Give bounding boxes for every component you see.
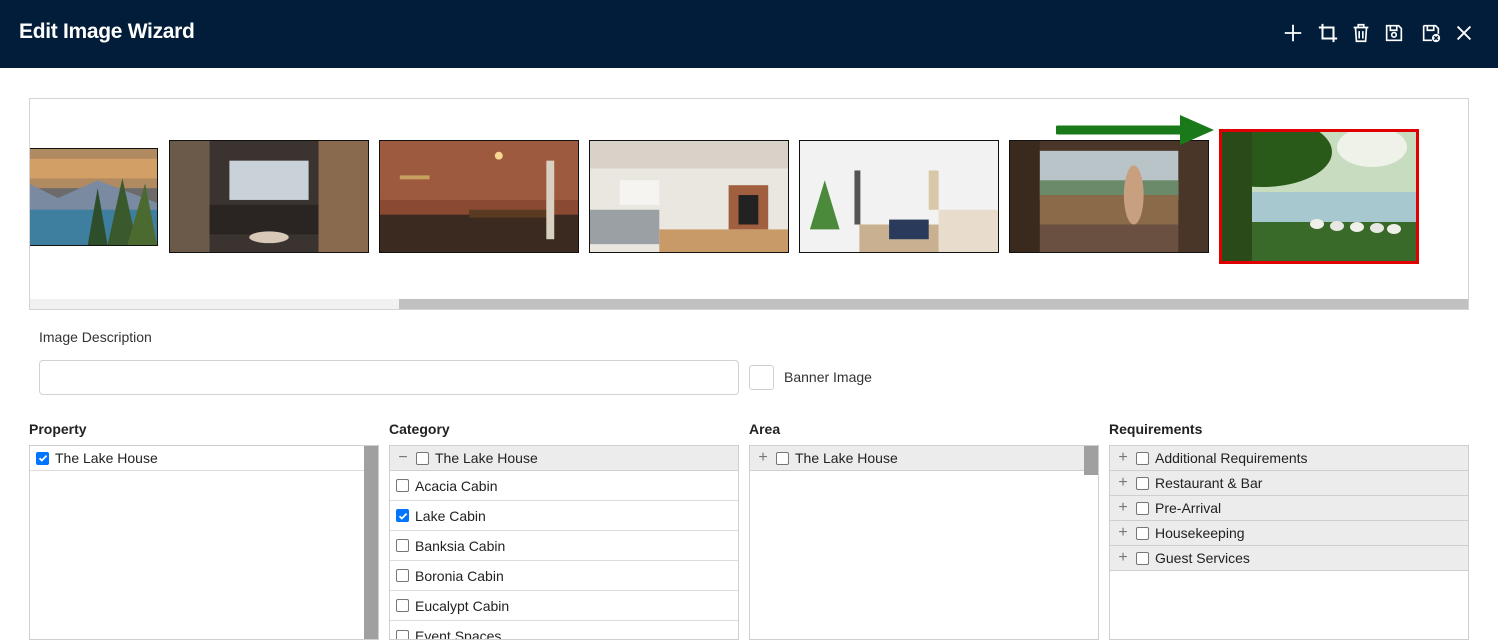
category-checkbox[interactable] bbox=[396, 509, 409, 522]
gallery-image-bright-bedroom[interactable] bbox=[799, 140, 999, 253]
category-list: − The Lake House Acacia Cabin Lake Cabin… bbox=[389, 445, 739, 640]
category-group-checkbox[interactable] bbox=[416, 451, 429, 465]
add-button[interactable] bbox=[1280, 20, 1306, 46]
expand-icon[interactable]: + bbox=[1116, 525, 1130, 541]
category-item[interactable]: Eucalypt Cabin bbox=[390, 591, 738, 621]
property-scrollbar[interactable] bbox=[364, 446, 378, 639]
category-item-label: Eucalypt Cabin bbox=[415, 597, 510, 614]
property-list: The Lake House bbox=[29, 445, 379, 640]
area-title: Area bbox=[749, 421, 781, 437]
requirements-group-label: Pre-Arrival bbox=[1155, 500, 1222, 516]
expand-icon[interactable]: + bbox=[1116, 500, 1130, 516]
gallery-image-brick-kitchen[interactable] bbox=[379, 140, 579, 253]
expand-icon[interactable]: + bbox=[1116, 550, 1130, 566]
save-and-close-button[interactable] bbox=[1418, 20, 1444, 46]
property-item-label: The Lake House bbox=[55, 450, 158, 466]
requirements-group[interactable]: + Housekeeping bbox=[1110, 521, 1468, 546]
property-checkbox[interactable] bbox=[36, 451, 49, 465]
expand-icon[interactable]: + bbox=[756, 450, 770, 466]
category-item-label: Acacia Cabin bbox=[415, 477, 498, 494]
image-gallery[interactable] bbox=[29, 98, 1469, 310]
category-checkbox[interactable] bbox=[396, 539, 409, 552]
category-item-label: Banksia Cabin bbox=[415, 537, 506, 554]
requirements-group[interactable]: + Guest Services bbox=[1110, 546, 1468, 571]
save-button[interactable] bbox=[1381, 20, 1407, 46]
crop-icon bbox=[1318, 23, 1338, 43]
save-close-icon bbox=[1422, 24, 1441, 43]
close-button[interactable] bbox=[1451, 20, 1477, 46]
gallery-image-geese-lake-selected[interactable] bbox=[1219, 129, 1419, 264]
collapse-icon[interactable]: − bbox=[396, 450, 410, 466]
category-item[interactable]: Boronia Cabin bbox=[390, 561, 738, 591]
gallery-image-mountain-lake[interactable] bbox=[30, 148, 158, 246]
bright-bedroom-photo bbox=[800, 141, 998, 252]
category-item[interactable]: Banksia Cabin bbox=[390, 531, 738, 561]
expand-icon[interactable]: + bbox=[1116, 450, 1130, 466]
category-group-label: The Lake House bbox=[435, 450, 538, 466]
area-scrollbar[interactable] bbox=[1084, 446, 1098, 475]
trash-icon bbox=[1353, 23, 1369, 43]
gallery-scrollbar-thumb[interactable] bbox=[399, 299, 1468, 309]
requirements-checkbox[interactable] bbox=[1136, 451, 1149, 465]
requirements-group[interactable]: + Restaurant & Bar bbox=[1110, 471, 1468, 496]
brick-kitchen-photo bbox=[380, 141, 578, 252]
requirements-checkbox[interactable] bbox=[1136, 551, 1149, 565]
property-item-lake-house[interactable]: The Lake House bbox=[30, 446, 378, 471]
close-icon bbox=[1456, 25, 1472, 41]
requirements-group[interactable]: + Additional Requirements bbox=[1110, 446, 1468, 471]
living-room-photo bbox=[170, 141, 368, 252]
geese-lake-photo bbox=[1222, 132, 1416, 261]
gallery-image-balcony[interactable] bbox=[1009, 140, 1209, 253]
check-icon bbox=[398, 512, 407, 520]
check-icon bbox=[38, 454, 47, 462]
annotation-arrow-icon bbox=[1056, 115, 1214, 145]
category-checkbox[interactable] bbox=[396, 629, 409, 639]
category-title: Category bbox=[389, 421, 450, 437]
category-group-lake-house[interactable]: − The Lake House bbox=[390, 446, 738, 471]
requirements-group[interactable]: + Pre-Arrival bbox=[1110, 496, 1468, 521]
requirements-group-label: Housekeeping bbox=[1155, 525, 1245, 541]
category-checkbox[interactable] bbox=[396, 569, 409, 582]
delete-button[interactable] bbox=[1348, 20, 1374, 46]
requirements-group-label: Restaurant & Bar bbox=[1155, 475, 1263, 491]
property-title: Property bbox=[29, 421, 87, 437]
area-group-label: The Lake House bbox=[795, 450, 898, 466]
banner-image-label: Banner Image bbox=[784, 369, 872, 385]
image-description-input[interactable] bbox=[39, 360, 739, 395]
category-item-label: Lake Cabin bbox=[415, 507, 486, 524]
title-bar: Edit Image Wizard bbox=[0, 0, 1498, 68]
balcony-photo bbox=[1010, 141, 1208, 252]
category-item[interactable]: Lake Cabin bbox=[390, 501, 738, 531]
category-checkbox[interactable] bbox=[396, 479, 409, 492]
gallery-image-living-room[interactable] bbox=[169, 140, 369, 253]
gallery-image-lounge-fireplace[interactable] bbox=[589, 140, 789, 253]
banner-image-checkbox[interactable] bbox=[749, 365, 774, 390]
category-item-label: Boronia Cabin bbox=[415, 567, 504, 584]
window-title: Edit Image Wizard bbox=[19, 20, 195, 43]
category-item[interactable]: Acacia Cabin bbox=[390, 471, 738, 501]
requirements-group-label: Additional Requirements bbox=[1155, 450, 1308, 466]
requirements-checkbox[interactable] bbox=[1136, 526, 1149, 540]
save-icon bbox=[1385, 24, 1403, 42]
requirements-list: + Additional Requirements + Restaurant &… bbox=[1109, 445, 1469, 640]
requirements-checkbox[interactable] bbox=[1136, 501, 1149, 515]
requirements-title: Requirements bbox=[1109, 421, 1203, 437]
crop-button[interactable] bbox=[1315, 20, 1341, 46]
requirements-group-label: Guest Services bbox=[1155, 550, 1250, 566]
mountain-lake-photo bbox=[30, 149, 157, 245]
requirements-checkbox[interactable] bbox=[1136, 476, 1149, 490]
category-checkbox[interactable] bbox=[396, 599, 409, 612]
area-group-lake-house[interactable]: + The Lake House bbox=[750, 446, 1098, 471]
area-group-checkbox[interactable] bbox=[776, 451, 789, 465]
category-item-label: Event Spaces bbox=[415, 628, 502, 640]
area-list: + The Lake House bbox=[749, 445, 1099, 640]
lounge-fireplace-photo bbox=[590, 141, 788, 252]
plus-icon bbox=[1284, 24, 1302, 42]
expand-icon[interactable]: + bbox=[1116, 475, 1130, 491]
image-description-label: Image Description bbox=[39, 329, 152, 345]
category-item[interactable]: Event Spaces bbox=[390, 621, 738, 640]
